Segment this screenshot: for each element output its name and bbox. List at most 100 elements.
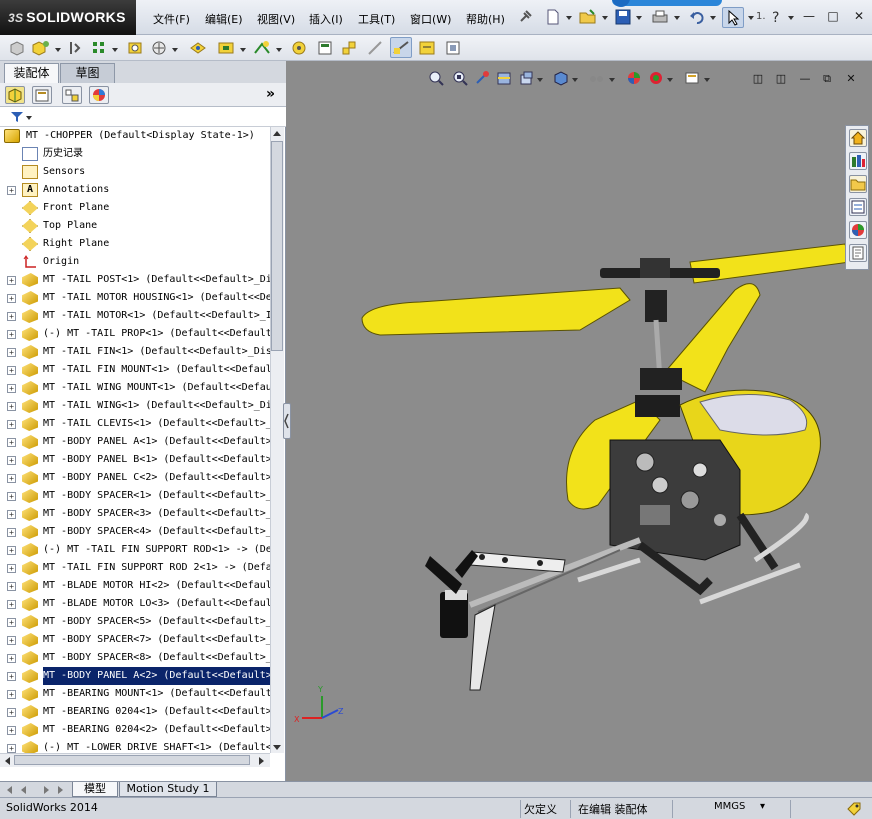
unit-system-dropdown-arrow[interactable]: ▾ — [760, 801, 765, 812]
tree-item[interactable]: + MT -TAIL FIN<1> (Default<<Default>_Dis — [0, 343, 270, 361]
tree-filter[interactable] — [0, 107, 286, 127]
previous-view-icon[interactable] — [474, 70, 490, 86]
bill-of-materials-icon[interactable] — [316, 39, 334, 57]
tree-item[interactable]: + MT -TAIL FIN MOUNT<1> (Default<<Defaul — [0, 361, 270, 379]
tree-item[interactable]: + MT -BEARING 0204<1> (Default<<Default> — [0, 703, 270, 721]
section-view-icon[interactable] — [496, 70, 512, 86]
apply-scene-arrow[interactable] — [667, 78, 673, 82]
tree-item[interactable]: + MT -BODY SPACER<7> (Default<<Default>_ — [0, 631, 270, 649]
rebuild-tag-icon[interactable] — [846, 801, 862, 817]
tree-item[interactable]: + (-) MT -TAIL PROP<1> (Default<<Default — [0, 325, 270, 343]
select-dropdown-arrow[interactable] — [748, 16, 754, 20]
expand-toggle-icon[interactable]: + — [7, 492, 16, 501]
dropdown-arrow[interactable] — [112, 48, 118, 52]
tree-item[interactable]: Origin — [0, 253, 270, 271]
view-settings-arrow[interactable] — [704, 78, 710, 82]
apply-scene-icon[interactable] — [648, 70, 664, 86]
restore-window-icon[interactable]: □ — [824, 8, 842, 24]
reference-geometry-icon[interactable] — [252, 39, 272, 57]
expand-toggle-icon[interactable]: + — [7, 366, 16, 375]
expand-toggle-icon[interactable]: + — [7, 474, 16, 483]
select-tool-button[interactable] — [722, 7, 744, 28]
expand-toggle-icon[interactable]: + — [7, 690, 16, 699]
new-document-icon[interactable] — [544, 8, 562, 26]
split-left-icon[interactable]: ◫ — [751, 72, 765, 86]
tab-model[interactable]: 模型 — [72, 782, 118, 797]
zoom-to-area-icon[interactable] — [452, 70, 468, 86]
edit-appearance-icon[interactable] — [626, 70, 642, 86]
doc-close-icon[interactable]: ✕ — [844, 72, 858, 86]
tree-scroll-thumb[interactable] — [271, 141, 283, 351]
interference-detection-button[interactable] — [390, 37, 412, 58]
menu-help[interactable]: 帮助(H) — [466, 11, 505, 27]
display-style-arrow[interactable] — [572, 78, 578, 82]
open-dropdown-arrow[interactable] — [602, 16, 608, 20]
expand-toggle-icon[interactable]: + — [7, 564, 16, 573]
solidworks-logo[interactable]: 3S SOLIDWORKS — [0, 0, 136, 35]
tree-item[interactable]: Top Plane — [0, 217, 270, 235]
view-orientation-arrow[interactable] — [537, 78, 543, 82]
tree-item[interactable]: + MT -TAIL MOTOR<1> (Default<<Default>_I — [0, 307, 270, 325]
dropdown-arrow[interactable] — [240, 48, 246, 52]
resources-tab[interactable] — [849, 129, 867, 147]
panel-expand-icon[interactable]: » — [266, 86, 275, 102]
expand-toggle-icon[interactable]: + — [7, 726, 16, 735]
scroll-down-icon[interactable] — [272, 744, 282, 752]
expand-toggle-icon[interactable]: + — [7, 348, 16, 357]
tree-item[interactable]: + MT -BODY PANEL C<2> (Default<<Default> — [0, 469, 270, 487]
help-icon[interactable]: ? — [768, 8, 784, 26]
custom-properties-tab[interactable] — [849, 244, 867, 262]
panel-splitter-handle[interactable] — [283, 403, 291, 439]
new-dropdown-arrow[interactable] — [566, 16, 572, 20]
expand-toggle-icon[interactable]: + — [7, 330, 16, 339]
doc-restore-icon[interactable]: ⧉ — [820, 72, 834, 86]
expand-toggle-icon[interactable]: + — [7, 420, 16, 429]
dropdown-arrow[interactable] — [172, 48, 178, 52]
expand-toggle-icon[interactable]: + — [7, 582, 16, 591]
expand-toggle-icon[interactable]: + — [7, 744, 16, 753]
view-palette-tab[interactable] — [849, 198, 867, 216]
view-settings-icon[interactable] — [684, 70, 700, 86]
split-right-icon[interactable]: ◫ — [774, 72, 788, 86]
tree-item[interactable]: + MT -BODY PANEL A<1> (Default<<Default> — [0, 433, 270, 451]
expand-toggle-icon[interactable]: + — [7, 654, 16, 663]
tree-item[interactable]: + MT -TAIL WING<1> (Default<<Default>_Di — [0, 397, 270, 415]
dynamic-annotation-icon[interactable] — [518, 70, 534, 86]
expand-toggle-icon[interactable]: + — [7, 402, 16, 411]
undo-dropdown-arrow[interactable] — [710, 16, 716, 20]
tree-item[interactable]: + MT -TAIL POST<1> (Default<<Default>_Di — [0, 271, 270, 289]
save-dropdown-arrow[interactable] — [636, 16, 642, 20]
zoom-to-fit-icon[interactable] — [428, 70, 444, 86]
dropdown-arrow[interactable] — [276, 48, 282, 52]
tree-item[interactable]: + MT -TAIL CLEVIS<1> (Default<<Default>_ — [0, 415, 270, 433]
dropdown-arrow[interactable] — [55, 48, 61, 52]
tree-item[interactable]: 历史记录 — [0, 145, 270, 163]
expand-toggle-icon[interactable]: + — [7, 438, 16, 447]
tree-item[interactable]: + MT -BODY SPACER<4> (Default<<Default>_ — [0, 523, 270, 541]
tree-item[interactable]: + MT -BEARING MOUNT<1> (Default<<Default — [0, 685, 270, 703]
tree-item[interactable]: + MT -TAIL WING MOUNT<1> (Default<<Defau — [0, 379, 270, 397]
undo-icon[interactable] — [688, 8, 706, 26]
menu-edit[interactable]: 编辑(E) — [205, 11, 243, 27]
menu-file[interactable]: 文件(F) — [153, 11, 190, 27]
clearance-verification-icon[interactable] — [418, 39, 436, 57]
tab-sketch[interactable]: 草图 — [60, 63, 115, 83]
pin-icon[interactable] — [517, 9, 533, 25]
feature-manager-tab[interactable] — [5, 86, 25, 104]
new-motion-study-icon[interactable] — [290, 39, 308, 57]
tree-item[interactable]: + MT -BODY SPACER<1> (Default<<Default>_ — [0, 487, 270, 505]
expand-toggle-icon[interactable]: + — [7, 618, 16, 627]
help-dropdown-arrow[interactable] — [788, 16, 794, 20]
tab-assembly[interactable]: 装配体 — [4, 63, 59, 83]
show-hidden-icon[interactable] — [188, 39, 208, 57]
mate-icon[interactable] — [66, 39, 84, 57]
expand-toggle-icon[interactable]: + — [7, 294, 16, 303]
tree-item[interactable]: + MT -BODY SPACER<8> (Default<<Default>_ — [0, 649, 270, 667]
tree-item[interactable]: + (-) MT -LOWER DRIVE SHAFT<1> (Default< — [0, 739, 270, 753]
tree-item[interactable]: + MT -BODY PANEL A<2> (Default<<Default> — [0, 667, 270, 685]
scroll-left-icon[interactable] — [3, 756, 11, 766]
doc-minimize-icon[interactable]: — — [798, 72, 812, 86]
view-orientation-icon[interactable] — [552, 70, 568, 86]
tab-scroll-arrows-icon[interactable] — [4, 784, 64, 796]
tree-item[interactable]: Front Plane — [0, 199, 270, 217]
